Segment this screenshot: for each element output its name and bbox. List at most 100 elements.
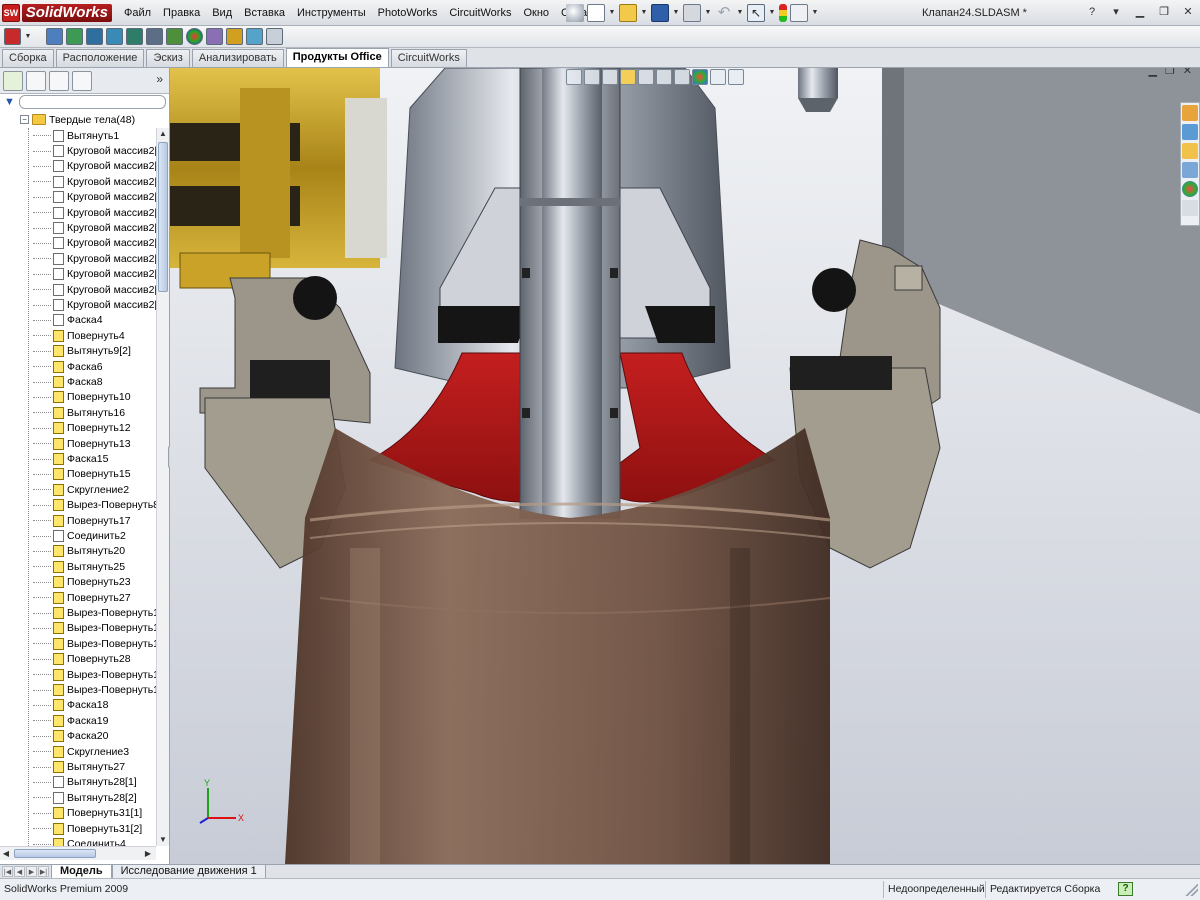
save-dropdown-icon[interactable]: ▼ [672, 4, 680, 22]
command-tab[interactable]: Продукты Office [285, 48, 389, 67]
viewport-close-icon[interactable]: ✕ [1183, 68, 1192, 77]
tree-item[interactable]: Круговой массив2[7 [33, 205, 156, 220]
tree-item[interactable]: Фаска19 [33, 713, 108, 728]
command-tab[interactable]: Эскиз [146, 49, 190, 67]
tree-item[interactable]: Вырез-Повернуть13 [33, 636, 156, 651]
tree-item[interactable]: Вырез-Повернуть16 [33, 682, 156, 697]
menu-item[interactable]: Вид [206, 0, 238, 26]
photoworks-preview-icon[interactable] [66, 28, 83, 45]
tree-item[interactable]: Вырез-Повернуть12 [33, 621, 156, 636]
property-manager-tab-icon[interactable] [26, 70, 46, 91]
edit-appearance-icon[interactable] [692, 69, 708, 85]
photoworks-lights-icon[interactable] [166, 28, 183, 45]
bottom-tab[interactable]: Модель [51, 864, 112, 879]
photoworks-render-region-icon[interactable] [266, 28, 283, 45]
tree-item[interactable]: Круговой массив2[1 [33, 282, 156, 297]
photoworks-material-icon[interactable] [126, 28, 143, 45]
scroll-thumb[interactable] [158, 142, 168, 292]
tree-item[interactable]: Вытянуть9[2] [33, 344, 131, 359]
solidworks-menu-icon[interactable] [4, 28, 21, 45]
solidworks-menu-dropdown-icon[interactable]: ▼ [24, 28, 32, 46]
tree-item[interactable]: Фаска6 [33, 359, 103, 374]
tree-item[interactable]: Вырез-Повернуть11 [33, 605, 156, 620]
select-cursor-icon[interactable]: ↖ [747, 4, 765, 22]
command-tab[interactable]: Сборка [2, 49, 54, 67]
tree-item[interactable]: Соединить2 [33, 528, 126, 543]
open-folder-icon[interactable] [619, 4, 637, 22]
tree-item[interactable]: Вытянуть20 [33, 544, 125, 559]
tree-item[interactable]: Повернуть4 [33, 328, 125, 343]
select-dropdown-icon[interactable]: ▼ [768, 4, 776, 22]
feature-tree-tab-icon[interactable] [3, 70, 23, 91]
tree-item[interactable]: Повернуть10 [33, 390, 131, 405]
new-document-icon[interactable] [587, 4, 605, 22]
apply-scene-icon[interactable] [710, 69, 726, 85]
undo-icon[interactable]: ↶ [715, 4, 733, 22]
tree-item[interactable]: Повернуть13 [33, 436, 131, 451]
tree-item[interactable]: Вытянуть25 [33, 559, 125, 574]
appearance-tab-icon[interactable] [72, 70, 92, 91]
command-tab[interactable]: CircuitWorks [390, 49, 467, 67]
command-tab[interactable]: Анализировать [191, 49, 284, 67]
tree-item[interactable]: Круговой массив2[8 [33, 220, 156, 235]
filter-icon[interactable]: ▼ [4, 96, 15, 108]
tree-item[interactable]: Повернуть23 [33, 575, 131, 590]
tree-item[interactable]: Вытянуть28[2] [33, 790, 137, 805]
tree-item[interactable]: Круговой массив2[5 [33, 190, 156, 205]
new-dropdown-icon[interactable]: ▼ [608, 4, 616, 22]
hide-show-items-icon[interactable] [674, 69, 690, 85]
undo-dropdown-icon[interactable]: ▼ [736, 4, 744, 22]
photoworks-scene-editor-icon[interactable] [246, 28, 263, 45]
section-view-icon[interactable] [620, 69, 636, 85]
scroll-up-icon[interactable]: ▲ [157, 128, 169, 140]
collapse-icon[interactable]: − [20, 115, 29, 124]
next-tab-icon[interactable]: ▶ [26, 866, 37, 877]
graphics-viewport[interactable]: ▁ ❐ ✕ Y X [170, 68, 1200, 864]
custom-properties-icon[interactable] [1182, 200, 1198, 216]
previous-view-icon[interactable] [602, 69, 618, 85]
tree-item[interactable]: Фаска20 [33, 729, 108, 744]
tree-item[interactable]: Круговой массив2[1 [33, 251, 156, 266]
tree-item[interactable]: Соединить4 [33, 836, 126, 846]
save-icon[interactable] [651, 4, 669, 22]
appearance-sphere-icon[interactable] [186, 28, 203, 45]
viewport-minimize-icon[interactable]: ▁ [1148, 68, 1156, 77]
menu-item[interactable]: Правка [157, 0, 206, 26]
tree-item[interactable]: Круговой массив2[3 [33, 159, 156, 174]
options-dropdown-icon[interactable]: ▼ [811, 4, 819, 22]
tree-item[interactable]: Фаска15 [33, 451, 108, 466]
tree-item[interactable]: Повернуть17 [33, 513, 131, 528]
appearances-icon[interactable] [1182, 181, 1198, 197]
menu-item[interactable]: Вставка [238, 0, 291, 26]
minimize-icon[interactable]: ▁ [1132, 3, 1148, 21]
expand-panel-icon[interactable]: » [156, 72, 163, 86]
tree-item[interactable]: Круговой массив2[1 [33, 297, 156, 312]
tree-item[interactable]: Повернуть31[1] [33, 806, 142, 821]
view-settings-icon[interactable] [728, 69, 744, 85]
print-dropdown-icon[interactable]: ▼ [704, 4, 712, 22]
menu-item[interactable]: CircuitWorks [443, 0, 517, 26]
tree-item[interactable]: Круговой массив2[9 [33, 236, 156, 251]
bottom-tab[interactable]: Исследование движения 1 [111, 864, 266, 879]
tree-item[interactable]: Повернуть12 [33, 421, 131, 436]
rebuild-traffic-light-icon[interactable] [779, 4, 787, 22]
restore-icon[interactable]: ❐ [1156, 3, 1172, 21]
tree-item[interactable]: Повернуть15 [33, 467, 131, 482]
tree-item[interactable]: Фаска4 [33, 313, 103, 328]
tree-item[interactable]: Скругление2 [33, 482, 129, 497]
zoom-to-area-icon[interactable] [584, 69, 600, 85]
tree-item[interactable]: Вырез-Повернуть8 [33, 498, 156, 513]
tree-item[interactable]: Вырез-Повернуть15 [33, 667, 156, 682]
tree-item[interactable]: Вытянуть1 [33, 128, 119, 143]
last-tab-icon[interactable]: ▶| [38, 866, 49, 877]
help-search-icon[interactable]: ? [1084, 3, 1100, 21]
photoworks-scene-icon[interactable] [106, 28, 123, 45]
tree-item[interactable]: Фаска18 [33, 698, 108, 713]
scroll-right-icon[interactable]: ▶ [142, 848, 154, 860]
tree-item[interactable]: Повернуть31[2] [33, 821, 142, 836]
tree-item[interactable]: Повернуть27 [33, 590, 131, 605]
pin-icon[interactable] [566, 4, 584, 22]
options-icon[interactable] [790, 4, 808, 22]
photoworks-render-icon[interactable] [46, 28, 63, 45]
zoom-to-fit-icon[interactable] [566, 69, 582, 85]
